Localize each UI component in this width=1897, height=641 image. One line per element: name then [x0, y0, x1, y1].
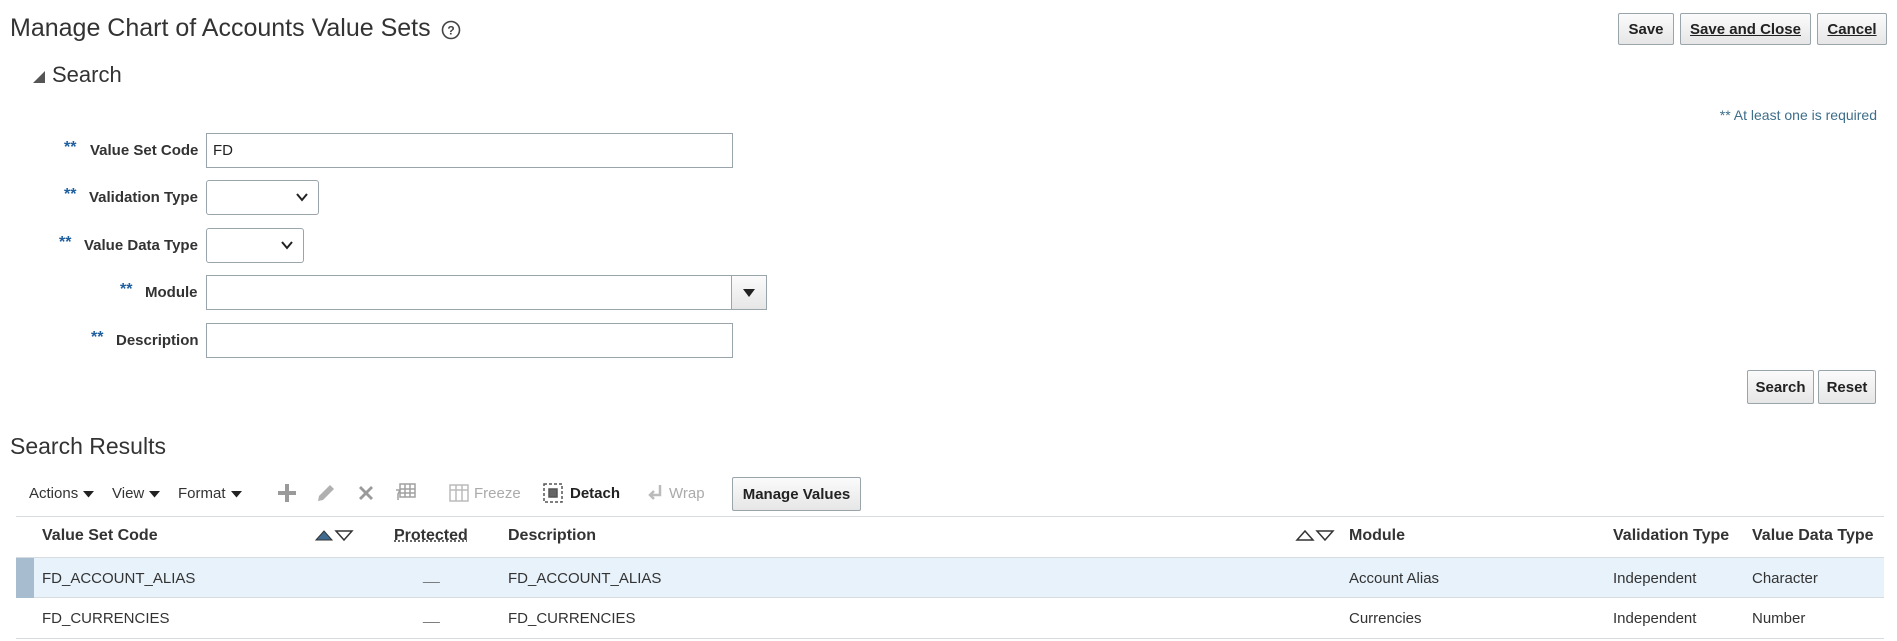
description-label: Description [116, 332, 199, 349]
required-note: ** At least one is required [1719, 107, 1877, 123]
module-dropdown-button[interactable] [731, 276, 766, 309]
caret-down-icon [743, 288, 755, 297]
cell-module: Currencies [1349, 610, 1422, 627]
cancel-label: Cancel [1827, 20, 1877, 38]
cell-value-set-code: FD_CURRENCIES [42, 610, 170, 627]
sort-ascending-descending-icon[interactable] [1295, 528, 1335, 542]
query-by-example-icon[interactable] [394, 481, 418, 505]
question-circle-icon[interactable]: ? [441, 20, 461, 40]
actions-menu-label: Actions [29, 485, 79, 502]
manage-values-button[interactable]: Manage Values [732, 477, 861, 511]
save-and-close-button[interactable]: Save and Close [1680, 13, 1811, 45]
validation-type-label: Validation Type [89, 189, 198, 206]
column-header-module[interactable]: Module [1349, 527, 1405, 545]
column-header-description[interactable]: Description [508, 527, 596, 545]
caret-down-icon [230, 490, 242, 497]
required-marker: ** [120, 281, 133, 298]
cell-value-data-type: Number [1752, 610, 1806, 627]
view-menu-label: View [112, 485, 145, 502]
required-marker: ** [64, 139, 77, 156]
wrap-icon [648, 485, 662, 500]
grid-top-border [16, 516, 1884, 517]
description-input[interactable] [206, 323, 733, 358]
page-title: Manage Chart of Accounts Value Sets [10, 14, 431, 42]
cell-validation-type: Independent [1613, 610, 1697, 627]
cancel-button[interactable]: Cancel [1817, 13, 1887, 45]
cell-description: FD_CURRENCIES [508, 610, 636, 627]
delete-x-icon[interactable] [354, 481, 378, 505]
value-set-code-label: Value Set Code [90, 142, 199, 159]
search-button[interactable]: Search [1747, 370, 1814, 404]
cell-protected: __ [423, 567, 440, 584]
column-header-validation-type[interactable]: Validation Type [1613, 527, 1729, 545]
table-row[interactable]: FD_ACCOUNT_ALIAS __ FD_ACCOUNT_ALIAS Acc… [16, 557, 1884, 598]
module-combobox[interactable] [206, 275, 767, 310]
chevron-down-icon [296, 193, 308, 202]
detach-label[interactable]: Detach [570, 485, 620, 502]
cell-validation-type: Independent [1613, 570, 1697, 587]
cell-description: FD_ACCOUNT_ALIAS [508, 570, 662, 587]
cell-module: Account Alias [1349, 570, 1440, 587]
caret-down-icon [83, 490, 95, 497]
edit-pencil-icon[interactable] [314, 481, 338, 505]
actions-menu[interactable]: Actions [29, 485, 95, 502]
save-and-close-label: Save and Close [1690, 20, 1801, 38]
wrap-label: Wrap [669, 485, 705, 502]
required-marker: ** [64, 186, 77, 203]
search-section-heading[interactable]: Search [52, 62, 122, 88]
search-results-heading: Search Results [10, 433, 166, 459]
cell-protected: __ [423, 607, 440, 624]
reset-button[interactable]: Reset [1818, 370, 1876, 404]
add-icon[interactable] [275, 481, 299, 505]
chevron-down-icon [281, 241, 293, 250]
detach-icon[interactable] [541, 481, 565, 505]
column-header-value-data-type[interactable]: Value Data Type [1752, 527, 1874, 545]
required-marker: ** [91, 329, 104, 346]
column-header-protected[interactable]: Protected [394, 527, 468, 545]
format-menu-label: Format [178, 485, 226, 502]
table-row[interactable]: FD_CURRENCIES __ FD_CURRENCIES Currencie… [16, 598, 1884, 639]
freeze-icon [449, 484, 469, 502]
sort-ascending-descending-icon[interactable] [314, 528, 354, 542]
value-set-code-input[interactable] [206, 133, 733, 168]
caret-down-icon [149, 490, 161, 497]
save-button[interactable]: Save [1618, 13, 1674, 45]
view-menu[interactable]: View [112, 485, 161, 502]
collapse-triangle-icon[interactable] [33, 71, 45, 83]
value-data-type-label: Value Data Type [84, 237, 198, 254]
module-label: Module [145, 284, 198, 301]
required-marker: ** [59, 234, 72, 251]
column-header-value-set-code[interactable]: Value Set Code [42, 527, 158, 545]
svg-text:?: ? [447, 24, 454, 38]
row-selected-marker [16, 558, 34, 598]
validation-type-select[interactable] [206, 180, 319, 215]
cell-value-set-code: FD_ACCOUNT_ALIAS [42, 570, 196, 587]
value-data-type-select[interactable] [206, 228, 304, 263]
cell-value-data-type: Character [1752, 570, 1818, 587]
freeze-label: Freeze [474, 485, 521, 502]
format-menu[interactable]: Format [178, 485, 242, 502]
